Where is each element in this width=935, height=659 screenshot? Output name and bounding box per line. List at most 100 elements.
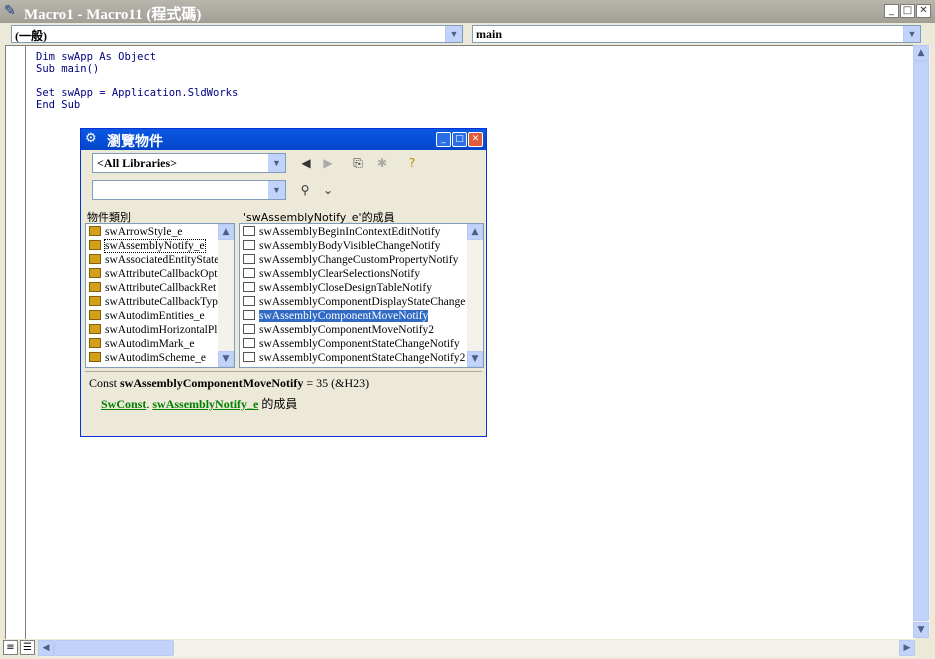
list-item[interactable]: swAssemblyComponentStateChangeNotify <box>240 337 460 351</box>
scroll-down-button[interactable]: ▼ <box>913 622 929 638</box>
maximize-button[interactable]: □ <box>900 4 915 18</box>
classes-list[interactable]: swArrowStyle_e swAssemblyNotify_e swAsso… <box>85 223 235 368</box>
maximize-button[interactable]: □ <box>452 132 467 147</box>
search-combo[interactable]: ▼ <box>92 180 286 200</box>
detail-member-name: swAssemblyComponentMoveNotify <box>120 376 304 390</box>
list-item-selected[interactable]: swAssemblyNotify_e <box>86 239 206 253</box>
list-item[interactable]: swAssemblyCloseDesignTableNotify <box>240 281 432 295</box>
constant-icon <box>243 268 255 278</box>
minimize-button[interactable]: _ <box>436 132 451 147</box>
list-item[interactable]: swAttributeCallbackRet <box>86 281 216 295</box>
list-item[interactable]: swAutodimMark_e <box>86 337 194 351</box>
class-icon <box>89 268 101 278</box>
class-icon <box>89 240 101 250</box>
scroll-left-button[interactable]: ◀ <box>38 640 54 656</box>
vertical-scroll-thumb[interactable] <box>913 61 929 621</box>
detail-separator: . <box>146 397 150 411</box>
classes-scrollbar[interactable]: ▲ ▼ <box>218 224 234 367</box>
binoculars-search-icon[interactable]: ⚲ <box>296 181 314 199</box>
constant-icon <box>243 296 255 306</box>
library-combo[interactable]: <All Libraries> ▼ <box>92 153 286 173</box>
class-link[interactable]: swAssemblyNotify_e <box>152 397 258 411</box>
constant-icon <box>243 310 255 320</box>
object-combo[interactable]: (一般) ▼ <box>11 25 463 43</box>
procedure-view-icon[interactable]: ≡ <box>3 640 18 655</box>
horizontal-scroll-thumb[interactable] <box>54 640 174 656</box>
scroll-up-button[interactable]: ▲ <box>913 45 929 61</box>
object-browser-icon: ⚙ <box>85 131 97 146</box>
scroll-down-button[interactable]: ▼ <box>467 351 483 367</box>
class-icon <box>89 338 101 348</box>
class-name: swAutodimMark_e <box>105 338 195 350</box>
minimize-button[interactable]: _ <box>884 4 899 18</box>
list-item-selected[interactable]: swAssemblyComponentMoveNotify <box>240 309 429 323</box>
list-item[interactable]: swAssemblyClearSelectionsNotify <box>240 267 420 281</box>
show-search-results-icon[interactable]: ⌄ <box>319 181 337 199</box>
code-line: Set swApp = Application.SldWorks <box>36 87 239 99</box>
detail-prefix: Const <box>89 376 118 390</box>
list-item[interactable]: swAutodimEntities_e <box>86 309 205 323</box>
copy-to-clipboard-icon[interactable]: ⎘ <box>349 154 367 172</box>
help-icon[interactable]: ? <box>403 154 421 172</box>
window-titlebar[interactable]: ✎ Macro1 - Macro11 (程式碼) _ □ ✕ <box>0 0 935 23</box>
list-item[interactable]: swAssemblyBeginInContextEditNotify <box>240 225 440 239</box>
list-item[interactable]: swAssemblyComponentMoveNotify2 <box>240 323 434 337</box>
class-name: swAutodimScheme_e <box>105 352 206 364</box>
procedure-combo[interactable]: main ▼ <box>472 25 921 43</box>
scroll-down-button[interactable]: ▼ <box>218 351 234 367</box>
close-button[interactable]: ✕ <box>916 4 931 18</box>
scroll-right-button[interactable]: ▶ <box>899 640 915 656</box>
list-item[interactable]: swAutodimScheme_e <box>86 351 206 365</box>
object-combo-value: (一般) <box>15 29 47 43</box>
chevron-down-icon[interactable]: ▼ <box>445 26 462 42</box>
detail-pane: Const swAssemblyComponentMoveNotify = 35… <box>85 371 482 434</box>
editor-margin[interactable] <box>6 46 26 639</box>
scroll-up-button[interactable]: ▲ <box>218 224 234 240</box>
member-name: swAssemblyCloseDesignTableNotify <box>259 282 432 294</box>
list-item[interactable]: swAssemblyComponentStateChangeNotify2 <box>240 351 465 365</box>
constant-icon <box>243 282 255 292</box>
list-item[interactable]: swAttributeCallbackOpt <box>86 267 217 281</box>
library-link[interactable]: SwConst <box>101 397 146 411</box>
object-browser-window[interactable]: ⚙ 瀏覽物件 _ □ ✕ <All Libraries> ▼ ▼ ◀ ▶ ⎘ ✱… <box>80 128 487 437</box>
class-name: swAssociatedEntityState <box>105 254 220 266</box>
list-item[interactable]: swAssociatedEntityState <box>86 253 219 267</box>
object-browser-title: 瀏覽物件 <box>107 134 163 150</box>
detail-member-of: SwConst. swAssemblyNotify_e 的成員 <box>101 395 297 412</box>
vba-module-icon[interactable]: ✎ <box>4 3 20 19</box>
chevron-down-icon[interactable]: ▼ <box>903 26 920 42</box>
code-text[interactable]: Dim swApp As Object Sub main() Set swApp =… <box>36 51 238 111</box>
members-scrollbar[interactable]: ▲ ▼ <box>467 224 483 367</box>
close-button[interactable]: ✕ <box>468 132 483 147</box>
procedure-combo-value: main <box>476 27 503 41</box>
go-back-icon[interactable]: ◀ <box>297 154 315 172</box>
go-forward-icon[interactable]: ▶ <box>319 154 337 172</box>
class-icon <box>89 296 101 306</box>
list-item[interactable]: swAutodimHorizontalPl <box>86 323 217 337</box>
class-icon <box>89 324 101 334</box>
list-item[interactable]: swAssemblyBodyVisibleChangeNotify <box>240 239 440 253</box>
view-buttons: ≡ ☰ <box>3 640 37 656</box>
class-name: swAttributeCallbackRet <box>105 282 217 294</box>
view-definition-icon[interactable]: ✱ <box>373 154 391 172</box>
full-module-view-icon[interactable]: ☰ <box>20 640 35 655</box>
member-name: swAssemblyComponentStateChangeNotify <box>259 338 460 350</box>
vertical-scrollbar[interactable]: ▲ ▼ <box>913 45 930 638</box>
class-name: swAttributeCallbackTyp <box>105 296 218 308</box>
list-item[interactable]: swAttributeCallbackTyp <box>86 295 218 309</box>
chevron-down-icon[interactable]: ▼ <box>268 154 285 172</box>
list-item[interactable]: swAssemblyComponentDisplayStateChange <box>240 295 465 309</box>
members-list[interactable]: swAssemblyBeginInContextEditNotify swAss… <box>239 223 484 368</box>
class-icon <box>89 352 101 362</box>
class-icon <box>89 226 101 236</box>
horizontal-scrollbar[interactable]: ◀ ▶ <box>38 640 915 657</box>
list-item[interactable]: swAssemblyChangeCustomPropertyNotify <box>240 253 458 267</box>
constant-icon <box>243 254 255 264</box>
class-icon <box>89 282 101 292</box>
scroll-up-button[interactable]: ▲ <box>467 224 483 240</box>
list-item[interactable]: swArrowStyle_e <box>86 225 182 239</box>
member-name: swAssemblyChangeCustomPropertyNotify <box>259 254 459 266</box>
chevron-down-icon[interactable]: ▼ <box>268 181 285 199</box>
constant-icon <box>243 240 255 250</box>
object-browser-titlebar[interactable]: ⚙ 瀏覽物件 _ □ ✕ <box>81 129 486 150</box>
